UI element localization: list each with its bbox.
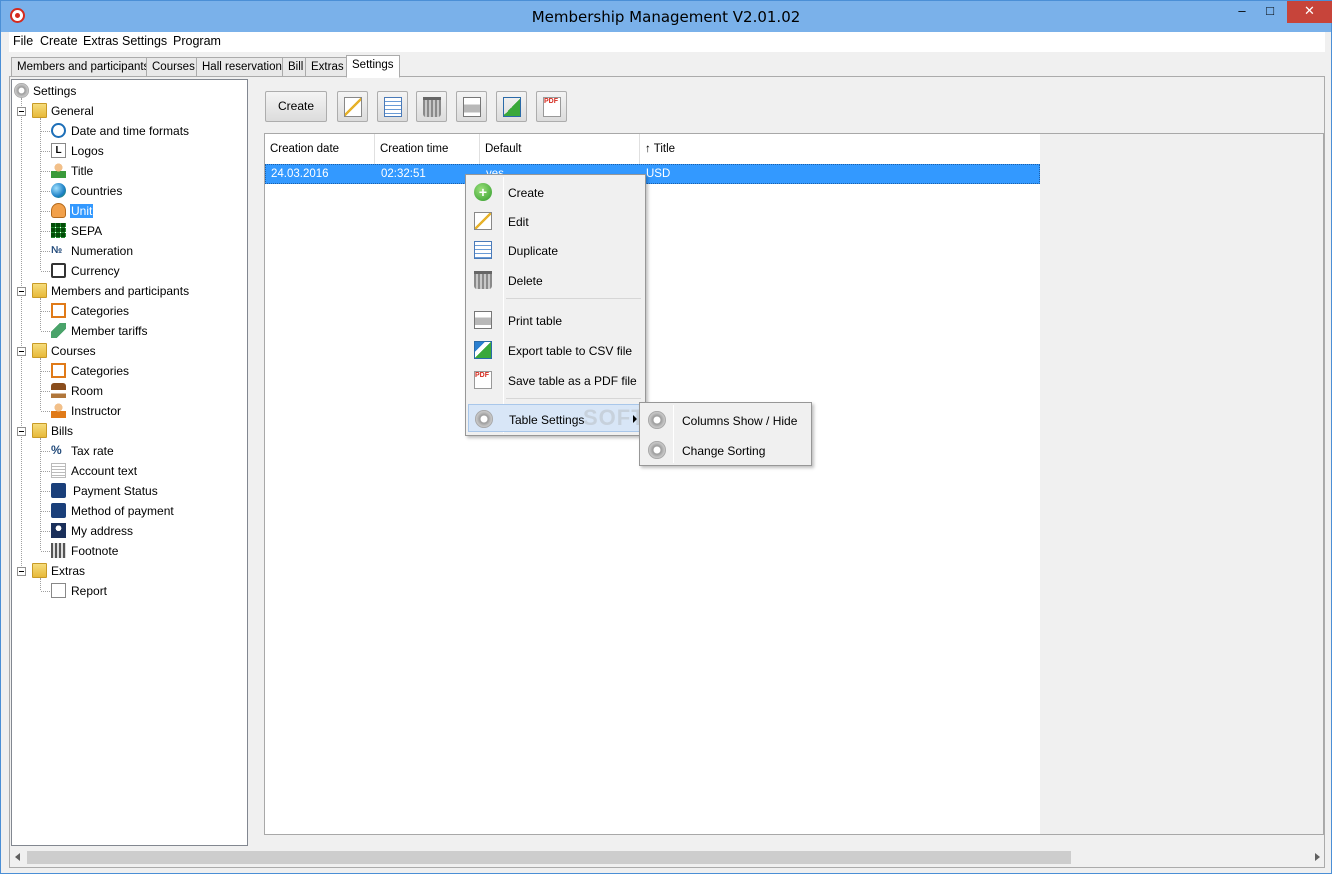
add-icon: + — [474, 183, 492, 201]
folder-icon — [32, 563, 47, 578]
settings-tree[interactable]: Settings General Date and time formats L… — [11, 79, 248, 846]
menu-item-export-csv[interactable]: Export table to CSV file — [468, 336, 643, 364]
menu-item-edit[interactable]: Edit — [468, 207, 643, 235]
footnote-icon — [51, 543, 66, 558]
cell-title: USD — [646, 168, 671, 180]
collapse-members-icon[interactable] — [17, 287, 26, 296]
printer-icon — [474, 311, 492, 329]
grid-icon — [51, 223, 66, 238]
menu-item-duplicate[interactable]: Duplicate — [468, 236, 643, 264]
export-icon — [503, 97, 521, 117]
collapse-courses-icon[interactable] — [17, 347, 26, 356]
collapse-general-icon[interactable] — [17, 107, 26, 116]
person-icon — [51, 403, 66, 418]
gear-icon — [648, 441, 666, 459]
menu-create[interactable]: Create — [40, 34, 78, 48]
card-icon — [51, 483, 66, 498]
column-title[interactable]: ↑ Title — [640, 134, 1040, 164]
duplicate-icon — [384, 97, 402, 117]
house-icon — [51, 383, 66, 398]
gear-icon — [14, 83, 29, 98]
data-table: Creation date Creation time Default ↑ Ti… — [264, 133, 1324, 835]
menu-file[interactable]: File — [13, 34, 33, 48]
toolbar-delete-button[interactable] — [416, 91, 447, 122]
edit-icon — [474, 212, 492, 230]
document-icon — [51, 463, 66, 478]
card-icon — [51, 503, 66, 518]
close-button[interactable]: ✕ — [1287, 1, 1332, 23]
folder-icon — [32, 103, 47, 118]
table-settings-submenu: Columns Show / Hide Change Sorting — [639, 402, 812, 466]
menu-item-delete[interactable]: Delete — [468, 266, 643, 294]
person-icon — [51, 163, 66, 178]
clock-icon — [51, 123, 66, 138]
tab-settings[interactable]: Settings — [346, 55, 400, 78]
menu-extras[interactable]: Extras — [83, 34, 118, 48]
globe-icon — [51, 183, 66, 198]
column-creation-time[interactable]: Creation time — [375, 134, 480, 164]
folder-icon — [32, 343, 47, 358]
menu-program[interactable]: Program — [173, 34, 221, 48]
printer-icon — [463, 97, 481, 117]
gear-icon — [475, 410, 493, 428]
folder-icon — [32, 283, 47, 298]
tab-courses[interactable]: Courses — [146, 57, 201, 77]
folder-icon — [32, 423, 47, 438]
toolbar-print-button[interactable] — [456, 91, 487, 122]
number-sign-icon: № — [51, 245, 63, 256]
maximize-button[interactable]: □ — [1257, 1, 1283, 23]
app-window: Membership Management V2.01.02 – □ ✕ Fil… — [0, 0, 1332, 874]
menu-bar: File Create Extras Settings Program — [9, 32, 1325, 52]
column-creation-date[interactable]: Creation date — [265, 134, 375, 164]
horizontal-scrollbar[interactable] — [11, 849, 1324, 866]
toolbar-export-csv-button[interactable] — [496, 91, 527, 122]
gear-icon — [648, 411, 666, 429]
toolbar-edit-button[interactable] — [337, 91, 368, 122]
tab-members[interactable]: Members and participants — [11, 57, 156, 77]
table-row[interactable]: 24.03.2016 02:32:51 yes USD — [265, 164, 1040, 184]
edit-icon — [344, 97, 362, 117]
trash-icon — [474, 271, 492, 289]
menu-settings[interactable]: Settings — [122, 34, 167, 48]
tab-hall-reservation[interactable]: Hall reservation — [196, 57, 288, 77]
export-icon — [474, 341, 492, 359]
menu-item-print-table[interactable]: Print table — [468, 306, 643, 334]
contact-icon — [51, 523, 66, 538]
category-icon — [51, 303, 66, 318]
toolbar-duplicate-button[interactable] — [377, 91, 408, 122]
menu-item-save-pdf[interactable]: PDF Save table as a PDF file — [468, 366, 643, 394]
scroll-right-icon[interactable] — [1315, 853, 1320, 861]
minimize-button[interactable]: – — [1229, 1, 1255, 23]
trash-icon — [423, 97, 441, 117]
tab-extras[interactable]: Extras — [305, 57, 350, 77]
title-bar: Membership Management V2.01.02 – □ ✕ — [1, 1, 1332, 32]
collapse-bills-icon[interactable] — [17, 427, 26, 436]
category-icon — [51, 363, 66, 378]
scrollbar-thumb[interactable] — [27, 851, 1071, 864]
money-icon — [51, 263, 66, 278]
table-body-empty — [265, 184, 1040, 834]
tag-icon — [51, 323, 66, 338]
pdf-icon: PDF — [474, 371, 492, 389]
collapse-extras-icon[interactable] — [17, 567, 26, 576]
duplicate-icon — [474, 241, 492, 259]
percent-icon: % — [51, 443, 62, 457]
menu-item-create[interactable]: + Create — [468, 178, 643, 206]
cell-creation-time: 02:32:51 — [381, 168, 426, 180]
pdf-icon: PDF — [543, 97, 561, 117]
logo-icon: L — [51, 143, 66, 158]
unit-icon — [51, 203, 66, 218]
table-header: Creation date Creation time Default ↑ Ti… — [265, 134, 1040, 164]
toolbar-pdf-button[interactable]: PDF — [536, 91, 567, 122]
column-default[interactable]: Default — [480, 134, 640, 164]
window-title: Membership Management V2.01.02 — [531, 8, 801, 26]
toolbar-create-button[interactable]: Create — [265, 91, 327, 122]
report-icon — [51, 583, 66, 598]
cell-creation-date: 24.03.2016 — [271, 168, 329, 180]
context-menu: + Create Edit Duplicate Delete Print tab… — [465, 174, 646, 436]
scroll-left-icon[interactable] — [15, 853, 20, 861]
menu-item-change-sorting[interactable]: Change Sorting — [642, 436, 809, 464]
menu-item-columns-show-hide[interactable]: Columns Show / Hide — [642, 406, 809, 434]
